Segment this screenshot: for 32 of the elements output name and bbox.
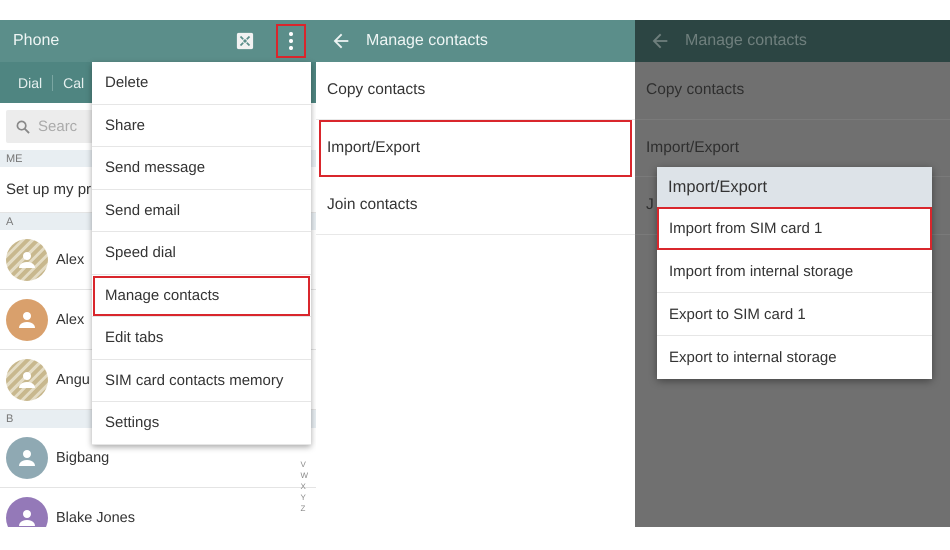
menu-item[interactable]: Delete — [92, 62, 311, 104]
index-letter[interactable]: V — [300, 460, 308, 469]
more-vertical-icon — [288, 31, 294, 51]
index-letter[interactable]: X — [300, 482, 308, 491]
menu-item[interactable]: Speed dial — [92, 232, 311, 274]
menu-item[interactable]: Send message — [92, 147, 311, 190]
dialog-option[interactable]: Import from SIM card 1 — [657, 207, 932, 250]
list-item[interactable]: Import/Export — [319, 120, 632, 177]
menu-item[interactable]: SIM card contacts memory — [92, 360, 311, 402]
more-button[interactable] — [276, 24, 306, 58]
contact-name[interactable]: Bigbang — [56, 450, 110, 466]
menu-item[interactable]: Send email — [92, 190, 311, 232]
tab[interactable]: Dial — [8, 74, 54, 90]
index-letter[interactable]: Y — [300, 493, 308, 502]
dialog-option[interactable]: Import from internal storage — [657, 250, 932, 293]
screen-title: Manage contacts — [685, 32, 807, 50]
menu-item[interactable]: Edit tabs — [92, 317, 311, 360]
index-letter[interactable]: Z — [300, 504, 308, 513]
dialog-title: Import/Export — [657, 167, 932, 207]
dialog-option[interactable]: Export to internal storage — [657, 336, 932, 379]
contact-name[interactable]: Angu — [56, 372, 90, 388]
app-title: Phone — [13, 32, 60, 50]
menu-item[interactable]: Share — [92, 104, 311, 147]
contact-name[interactable]: Alex — [56, 252, 84, 268]
contact-name[interactable]: Alex — [56, 312, 84, 328]
grid-icon[interactable] — [236, 32, 254, 50]
index-letter[interactable]: W — [300, 471, 308, 480]
menu-item[interactable]: Manage contacts — [92, 274, 311, 317]
menu-item[interactable]: Settings — [92, 402, 311, 444]
dialog-option[interactable]: Export to SIM card 1 — [657, 293, 932, 336]
contact-name[interactable]: Blake Jones — [56, 510, 135, 526]
screen-title: Manage contacts — [366, 32, 488, 50]
